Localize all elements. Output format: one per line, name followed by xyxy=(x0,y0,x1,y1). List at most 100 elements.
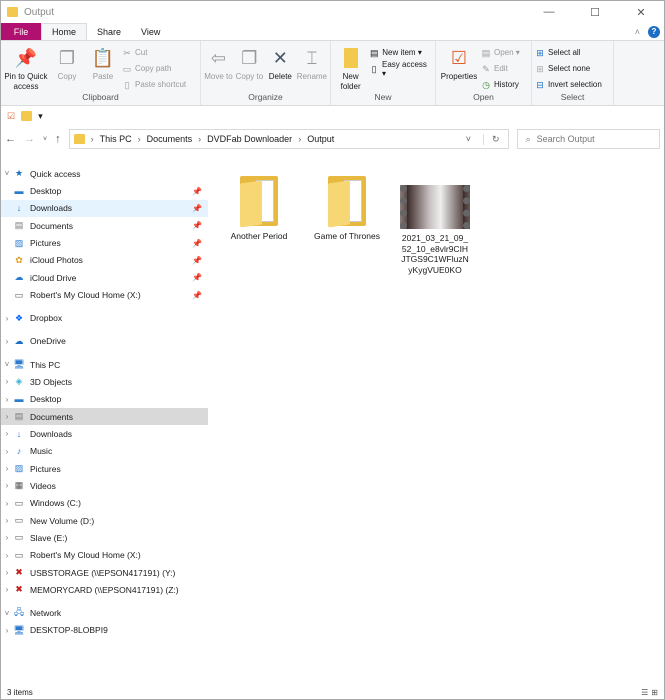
sidebar-item[interactable]: ▭ Robert's My Cloud Home (X:) 📌 xyxy=(1,286,208,303)
paste-shortcut-button[interactable]: ▯ Paste shortcut xyxy=(122,78,187,91)
pin-icon[interactable]: 📌 xyxy=(192,239,202,248)
large-icons-view-icon[interactable]: ⊞ xyxy=(651,688,658,697)
address-dropdown-icon[interactable]: ˅ xyxy=(460,134,477,144)
back-button[interactable]: ← xyxy=(5,133,16,145)
collapse-ribbon-icon[interactable]: ˄ xyxy=(635,27,640,37)
sidebar-item[interactable]: › ▬ Desktop xyxy=(1,391,208,408)
pin-icon[interactable]: 📌 xyxy=(192,273,202,282)
pin-icon[interactable]: 📌 xyxy=(192,187,202,196)
sidebar-item[interactable]: ▤ Documents 📌 xyxy=(1,217,208,234)
chevron-right-icon[interactable]: › xyxy=(1,395,13,404)
up-button[interactable]: ↑ xyxy=(55,133,61,145)
chevron-right-icon[interactable]: › xyxy=(1,551,13,560)
sidebar-item[interactable]: › ▨ Pictures xyxy=(1,460,208,477)
tab-share[interactable]: Share xyxy=(87,23,131,40)
move-to-button[interactable]: ⇦ Move to xyxy=(204,43,233,92)
sidebar-item[interactable]: ▬ Desktop 📌 xyxy=(1,182,208,199)
tab-file[interactable]: File xyxy=(1,23,41,40)
customize-qat-icon[interactable]: ▾ xyxy=(38,111,43,122)
refresh-icon[interactable]: ↻ xyxy=(483,133,508,145)
folder-item[interactable]: Another Period xyxy=(217,169,301,242)
copy-path-button[interactable]: ▭ Copy path xyxy=(122,62,186,75)
chevron-right-icon[interactable]: › xyxy=(1,447,13,456)
invert-selection-button[interactable]: ⊟ Invert selection xyxy=(535,78,602,91)
chevron-right-icon[interactable]: › xyxy=(1,464,13,473)
properties-qat-icon[interactable]: ☑ xyxy=(7,111,15,122)
forward-button[interactable]: → xyxy=(24,133,35,145)
sidebar-item[interactable]: ☁ iCloud Drive 📌 xyxy=(1,269,208,286)
sidebar-item[interactable]: › ▦ Videos xyxy=(1,477,208,494)
folder-item[interactable]: Game of Thrones xyxy=(305,169,389,242)
sidebar-item[interactable]: › ↓ Downloads xyxy=(1,425,208,442)
chevron-right-icon[interactable]: › xyxy=(1,568,13,577)
paste-button[interactable]: 📋 Paste xyxy=(86,43,120,92)
delete-button[interactable]: ✕ Delete xyxy=(266,43,295,92)
chevron-right-icon[interactable]: › xyxy=(1,314,13,323)
help-icon[interactable]: ? xyxy=(648,25,660,38)
rename-button[interactable]: ⌶ Rename xyxy=(297,43,327,92)
pin-icon[interactable]: 📌 xyxy=(192,291,202,300)
sidebar-network[interactable]: ˅ 🖧 Network xyxy=(1,604,208,621)
close-button[interactable]: ✕ xyxy=(618,6,664,19)
chevron-right-icon[interactable]: › xyxy=(1,481,13,490)
details-view-icon[interactable]: ☰ xyxy=(641,688,648,697)
crumb-this-pc[interactable]: This PC xyxy=(100,134,132,144)
minimize-button[interactable]: — xyxy=(526,6,572,19)
sidebar-item[interactable]: › ♪ Music xyxy=(1,443,208,460)
chevron-down-icon[interactable]: ˅ xyxy=(1,609,13,618)
crumb-output[interactable]: Output xyxy=(307,134,334,144)
sidebar-item[interactable]: › ✖ MEMORYCARD (\\EPSON417191) (Z:) xyxy=(1,581,208,598)
sidebar-item[interactable]: › ▭ New Volume (D:) xyxy=(1,512,208,529)
new-folder-qat-icon[interactable] xyxy=(21,111,33,121)
chevron-down-icon[interactable]: ˅ xyxy=(1,360,13,369)
sidebar-quick-access[interactable]: ˅ ★ Quick access xyxy=(1,165,208,182)
chevron-right-icon[interactable]: › xyxy=(1,516,13,525)
sidebar-item[interactable]: › ◈ 3D Objects xyxy=(1,373,208,390)
pin-icon[interactable]: 📌 xyxy=(192,221,202,230)
new-folder-button[interactable]: New folder xyxy=(334,43,367,92)
sidebar-this-pc[interactable]: ˅ 🖥 This PC xyxy=(1,356,208,373)
sidebar-item[interactable]: › 🖥 DESKTOP-8LOBPI9 xyxy=(1,622,208,639)
chevron-down-icon[interactable]: ˅ xyxy=(1,169,13,178)
sidebar-item[interactable]: › ✖ USBSTORAGE (\\EPSON417191) (Y:) xyxy=(1,564,208,581)
chevron-right-icon[interactable]: › xyxy=(1,377,13,386)
sidebar-onedrive[interactable]: › ☁ OneDrive xyxy=(1,333,208,350)
tab-home[interactable]: Home xyxy=(41,23,88,40)
search-input[interactable]: ⌕ Search Output xyxy=(516,129,660,149)
sidebar-item[interactable]: ↓ Downloads 📌 xyxy=(1,199,208,218)
pin-icon[interactable]: 📌 xyxy=(192,204,202,213)
copy-button[interactable]: ❐ Copy xyxy=(50,43,84,92)
chevron-right-icon[interactable]: › xyxy=(1,429,13,438)
breadcrumb[interactable]: › This PC › Documents › DVDFab Downloader ›… xyxy=(68,129,509,149)
edit-button[interactable]: ✎ Edit xyxy=(481,62,520,75)
chevron-right-icon[interactable]: › xyxy=(1,412,13,421)
sidebar-item[interactable]: › ▭ Windows (C:) xyxy=(1,495,208,512)
sidebar-item[interactable]: › ▭ Robert's My Cloud Home (X:) xyxy=(1,547,208,564)
cut-button[interactable]: ✂ Cut xyxy=(122,46,186,59)
video-file-item[interactable]: 2021_03_21_09_52_10_e8vlr9CIHJTGS9C1WFlu… xyxy=(393,183,477,275)
new-item-button[interactable]: ▤ New item ▾ xyxy=(369,46,432,59)
easy-access-button[interactable]: ▯ Easy access ▾ xyxy=(369,60,432,78)
properties-button[interactable]: ☑ Properties xyxy=(439,43,479,92)
sidebar-item[interactable]: ✿ iCloud Photos 📌 xyxy=(1,252,208,269)
maximize-button[interactable]: ☐ xyxy=(572,6,618,19)
sidebar-dropbox[interactable]: › ❖ Dropbox xyxy=(1,310,208,327)
chevron-right-icon[interactable]: › xyxy=(1,533,13,542)
sidebar-item[interactable]: › ▤ Documents xyxy=(1,407,208,426)
tab-view[interactable]: View xyxy=(131,23,170,40)
crumb-documents[interactable]: Documents xyxy=(147,134,193,144)
open-button[interactable]: ▤ Open ▾ xyxy=(481,46,520,59)
chevron-right-icon[interactable]: › xyxy=(1,626,13,635)
chevron-right-icon[interactable]: › xyxy=(1,585,13,594)
crumb-dvdfab-downloader[interactable]: DVDFab Downloader xyxy=(207,134,292,144)
history-button[interactable]: ◷ History xyxy=(481,78,520,91)
sidebar-item[interactable]: › ▭ Slave (E:) xyxy=(1,529,208,546)
copy-to-button[interactable]: ❐ Copy to xyxy=(235,43,264,92)
select-none-button[interactable]: ⊞ Select none xyxy=(535,62,602,75)
sidebar-item[interactable]: ▨ Pictures 📌 xyxy=(1,234,208,251)
pin-to-quick-access-button[interactable]: 📌 Pin to Quick access xyxy=(4,43,48,92)
chevron-right-icon[interactable]: › xyxy=(1,337,13,346)
pin-icon[interactable]: 📌 xyxy=(192,256,202,265)
recent-locations-button[interactable]: ˅ xyxy=(43,136,47,143)
select-all-button[interactable]: ⊞ Select all xyxy=(535,46,602,59)
